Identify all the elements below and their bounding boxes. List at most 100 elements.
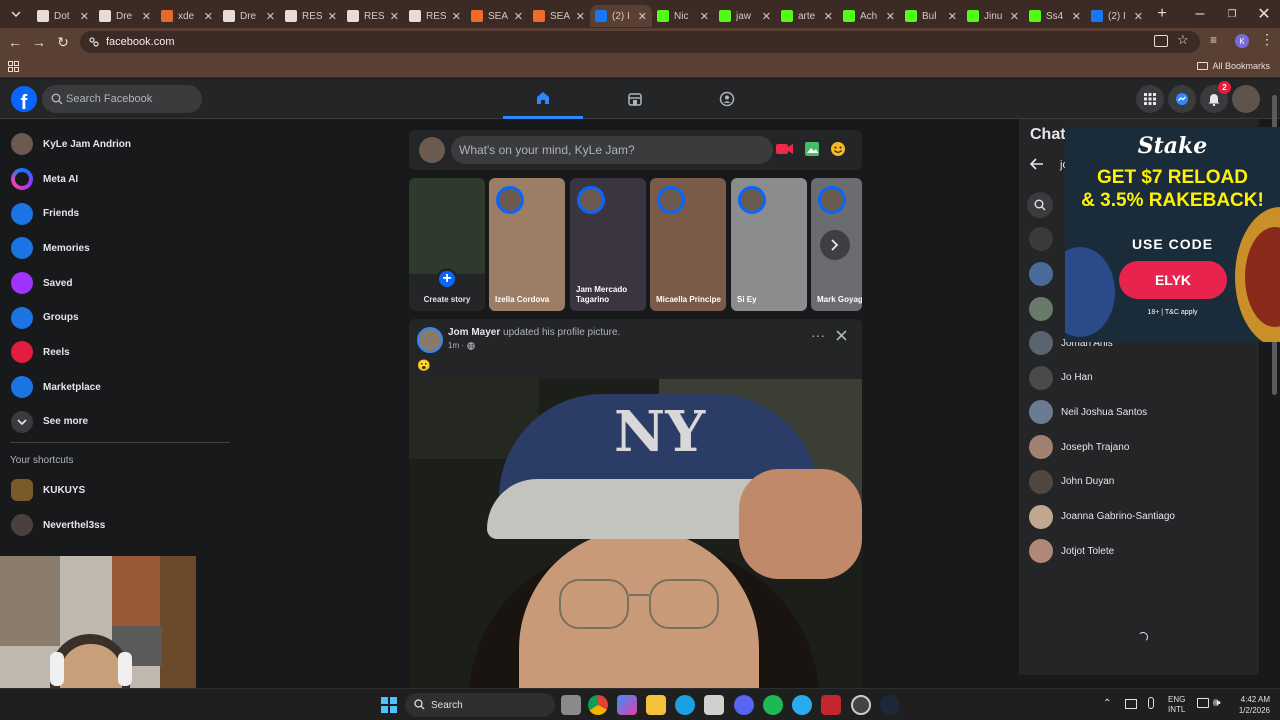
tab-close-icon[interactable]: ✕ [328, 10, 337, 23]
close-window-button[interactable]: ✕ [1248, 0, 1280, 28]
sidebar-item-reels[interactable]: Reels [0, 335, 240, 370]
hidden-contact-avatar-1[interactable] [1029, 227, 1053, 251]
post-photo[interactable]: NY [409, 379, 862, 688]
facebook-logo[interactable]: f [11, 86, 37, 112]
discord-icon[interactable] [734, 695, 754, 715]
reload-button[interactable]: ↻ [51, 30, 75, 54]
tab-close-icon[interactable]: ✕ [762, 10, 771, 23]
nav-marketplace-tab[interactable] [595, 79, 675, 119]
back-button[interactable]: ← [3, 30, 27, 54]
hidden-contact-avatar-2[interactable] [1029, 262, 1053, 286]
tab-close-icon[interactable]: ✕ [452, 10, 461, 23]
browser-tab[interactable]: Bul ✕ [900, 5, 962, 27]
language-indicator[interactable]: ENG INTL [1168, 695, 1185, 715]
ad-code-button[interactable]: ELYK [1119, 261, 1227, 299]
steam-icon[interactable] [880, 695, 900, 715]
sidebar-item-groups[interactable]: Groups [0, 300, 240, 335]
edge-icon[interactable] [675, 695, 695, 715]
tab-close-icon[interactable]: ✕ [514, 10, 523, 23]
chat-contact[interactable]: Joanna Gabrino-Santiago [1029, 502, 1249, 532]
tab-close-icon[interactable]: ✕ [1072, 10, 1081, 23]
telegram-icon[interactable] [792, 695, 812, 715]
bookmark-star-icon[interactable]: ☆ [1177, 32, 1189, 48]
all-bookmarks-button[interactable]: All Bookmarks [1197, 61, 1270, 71]
notifications-button[interactable]: 2 [1200, 81, 1231, 113]
browser-tab[interactable]: SEA ✕ [466, 5, 528, 27]
story-card[interactable]: Jam Mercado Tagarino [570, 178, 646, 311]
tab-close-icon[interactable]: ✕ [204, 10, 213, 23]
minimize-button[interactable]: – [1184, 0, 1216, 28]
tab-close-icon[interactable]: ✕ [700, 10, 709, 23]
tray-overflow-icon[interactable]: ⌃ [1103, 698, 1111, 709]
tab-close-icon[interactable]: ✕ [266, 10, 275, 23]
browser-tab[interactable]: RES ✕ [404, 5, 466, 27]
browser-tab[interactable]: (2) I ✕ [1086, 5, 1148, 27]
sidebar-item-meta-ai[interactable]: Meta AI [0, 162, 240, 197]
chat-contact[interactable]: Jo Han [1029, 363, 1249, 393]
tab-close-icon[interactable]: ✕ [886, 10, 895, 23]
nav-groups-tab[interactable] [687, 79, 767, 119]
network-icon[interactable] [1197, 698, 1209, 708]
sidebar-item-see-more[interactable]: See more [0, 405, 240, 440]
create-story-card[interactable]: + Create story [409, 178, 485, 311]
chat-search-button[interactable] [1027, 192, 1053, 218]
story-card[interactable]: Si Ey [731, 178, 807, 311]
chat-contact[interactable]: John Duyan [1029, 467, 1249, 497]
volume-icon[interactable]: 🕪 [1213, 695, 1221, 710]
search-input[interactable]: Search Facebook [42, 85, 202, 113]
browser-tab[interactable]: Dot ✕ [32, 5, 94, 27]
profile-avatar[interactable]: K [1235, 34, 1249, 48]
shortcut-item[interactable]: Neverthel3ss [0, 508, 240, 543]
tab-close-icon[interactable]: ✕ [1010, 10, 1019, 23]
browser-tab[interactable]: RES ✕ [280, 5, 342, 27]
app-icon-red[interactable] [821, 695, 841, 715]
browser-tab[interactable]: Dre ✕ [218, 5, 280, 27]
stake-ad-banner[interactable]: Stake GET $7 RELOAD & 3.5% RAKEBACK! USE… [1065, 127, 1280, 342]
spotify-icon[interactable] [763, 695, 783, 715]
story-card[interactable]: Micaella Principe [650, 178, 726, 311]
shortcut-item[interactable]: KUKUYS [0, 473, 240, 508]
sidebar-item-marketplace[interactable]: Marketplace [0, 370, 240, 405]
messenger-button[interactable] [1168, 85, 1196, 113]
tab-close-icon[interactable]: ✕ [638, 10, 647, 23]
browser-tab[interactable]: arte ✕ [776, 5, 838, 27]
start-button[interactable] [381, 697, 397, 713]
composer-avatar[interactable] [419, 137, 445, 163]
browser-tab[interactable]: Ss4 ✕ [1024, 5, 1086, 27]
reading-list-icon[interactable]: ≡ [1210, 33, 1217, 47]
task-view-icon[interactable] [561, 695, 581, 715]
browser-tab[interactable]: xde ✕ [156, 5, 218, 27]
stories-next-button[interactable] [820, 230, 850, 260]
browser-tab[interactable]: Nic ✕ [652, 5, 714, 27]
site-info-icon[interactable] [88, 36, 100, 48]
tab-close-icon[interactable]: ✕ [824, 10, 833, 23]
browser-tab[interactable]: (2) I ✕ [590, 5, 652, 27]
browser-tab[interactable]: jaw ✕ [714, 5, 776, 27]
composer-input[interactable]: What's on your mind, KyLe Jam? [451, 136, 773, 164]
tab-search-button[interactable] [4, 3, 28, 25]
tab-close-icon[interactable]: ✕ [1134, 10, 1143, 23]
post-close-button[interactable] [836, 330, 847, 341]
post-author-name[interactable]: Jom Mayer [448, 327, 500, 338]
obs-icon[interactable] [851, 695, 871, 715]
hidden-contact-avatar-3[interactable] [1029, 297, 1053, 321]
clock[interactable]: 4:42 AM 1/2/2026 [1230, 694, 1270, 716]
sidebar-item-kyle-jam-andrion[interactable]: KyLe Jam Andrion [0, 127, 240, 162]
chat-back-button[interactable] [1030, 158, 1044, 170]
url-field[interactable]: facebook.com [80, 31, 1200, 53]
browser-tab[interactable]: Jinu ✕ [962, 5, 1024, 27]
tab-close-icon[interactable]: ✕ [142, 10, 151, 23]
post-author-avatar[interactable] [417, 327, 443, 353]
account-avatar[interactable] [1232, 85, 1260, 113]
live-video-button[interactable] [776, 142, 794, 156]
post-timestamp[interactable]: 1m · [448, 341, 475, 350]
browser-tab[interactable]: Dre ✕ [94, 5, 156, 27]
post-options-button[interactable]: ··· [811, 328, 825, 342]
story-card[interactable]: Izella Cordova [489, 178, 565, 311]
chat-contact[interactable]: Jotjot Tolete [1029, 536, 1249, 566]
chrome-icon[interactable] [588, 695, 608, 715]
sidebar-item-friends[interactable]: Friends [0, 196, 240, 231]
file-explorer-icon[interactable] [646, 695, 666, 715]
new-tab-button[interactable]: + [1150, 3, 1174, 25]
install-app-icon[interactable] [1154, 35, 1168, 47]
